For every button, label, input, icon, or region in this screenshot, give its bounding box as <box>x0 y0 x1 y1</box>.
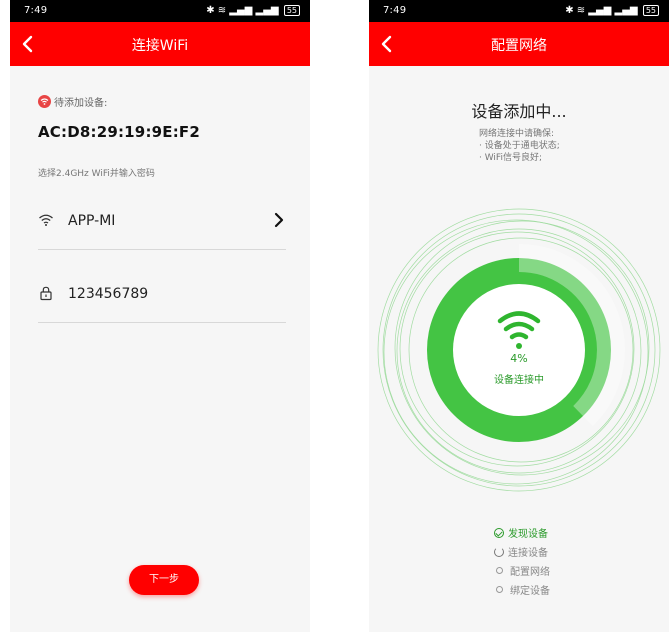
pending-circle-icon <box>496 586 503 593</box>
next-button[interactable]: 下一步 <box>129 565 199 595</box>
wifi-badge-icon <box>38 95 51 108</box>
step-label: 绑定设备 <box>510 586 550 597</box>
step-item: 配置网络 <box>494 561 550 580</box>
note-line: 网络连接中请确保: <box>479 129 555 139</box>
step-label: 连接设备 <box>508 548 548 559</box>
pending-device-label: 待添加设备: <box>38 94 107 109</box>
check-circle-icon <box>494 527 504 538</box>
chevron-right-icon <box>274 212 284 228</box>
adding-title: 设备添加中... <box>471 102 567 121</box>
nav-bar: 配置网络 <box>369 22 669 66</box>
password-value[interactable]: 123456789 <box>68 286 148 302</box>
step-label: 发现设备 <box>508 529 548 540</box>
device-mac-address: AC:D8:29:19:9E:F2 <box>38 123 201 141</box>
page-title: 连接WiFi <box>131 38 189 54</box>
configure-network-screen: 7:49 ✱ ≋ ▂▄▆ ▂▄▆ 55 配置网络 设备添加中... 网络连接中请… <box>369 0 669 632</box>
signal-icon: ✱ ≋ ▂▄▆ ▂▄▆ <box>206 5 279 16</box>
connect-wifi-screen: 7:49 ✱ ≋ ▂▄▆ ▂▄▆ 55 连接WiFi 待添加设备: AC:D8:… <box>10 0 310 632</box>
battery-icon: 55 <box>283 5 300 16</box>
status-bar: 7:49 ✱ ≋ ▂▄▆ ▂▄▆ 55 <box>10 0 310 22</box>
progress-inner-circle <box>453 284 585 416</box>
connection-progress-ring <box>377 208 661 492</box>
pending-device-text: 待添加设备: <box>54 98 108 109</box>
lock-icon <box>40 286 52 301</box>
status-time: 7:49 <box>383 5 407 16</box>
progress-label: 设备连接中 <box>494 375 544 386</box>
status-icons: ✱ ≋ ▂▄▆ ▂▄▆ 55 <box>206 5 300 16</box>
pending-circle-icon <box>496 567 503 574</box>
step-list: 发现设备 连接设备 配置网络 绑定设备 <box>494 523 550 599</box>
step-label: 配置网络 <box>510 567 550 578</box>
wifi-hint: 选择2.4GHz WiFi并输入密码 <box>38 169 155 179</box>
step-item: 连接设备 <box>494 542 550 561</box>
connection-notes: 网络连接中请确保: · 设备处于通电状态; · WiFi信号良好; <box>479 128 560 164</box>
loading-spinner-icon <box>494 546 504 557</box>
note-line: · 设备处于通电状态; <box>479 141 560 151</box>
page-title: 配置网络 <box>491 38 547 54</box>
status-icons: ✱ ≋ ▂▄▆ ▂▄▆ 55 <box>565 5 659 16</box>
battery-icon: 55 <box>642 5 659 16</box>
step-item: 绑定设备 <box>494 580 550 599</box>
nav-bar: 连接WiFi <box>10 22 310 66</box>
wifi-select-field[interactable]: APP-MI <box>38 196 286 250</box>
password-field[interactable]: 123456789 <box>38 269 286 323</box>
note-line: · WiFi信号良好; <box>479 153 542 163</box>
status-time: 7:49 <box>24 5 48 16</box>
status-bar: 7:49 ✱ ≋ ▂▄▆ ▂▄▆ 55 <box>369 0 669 22</box>
wifi-icon <box>39 214 53 226</box>
signal-icon: ✱ ≋ ▂▄▆ ▂▄▆ <box>565 5 638 16</box>
step-item: 发现设备 <box>494 523 550 542</box>
wifi-name: APP-MI <box>68 213 116 229</box>
progress-percent: 4% <box>510 352 528 365</box>
